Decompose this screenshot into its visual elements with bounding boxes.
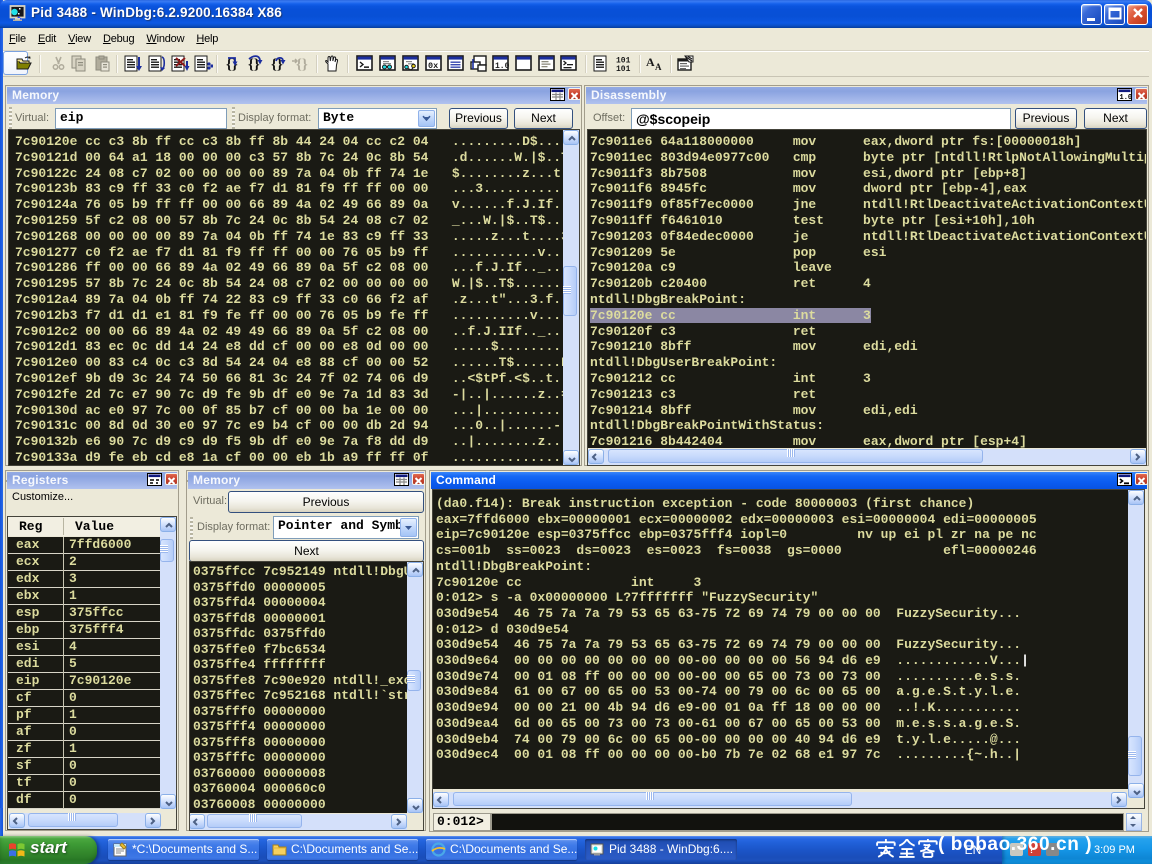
- svg-text:101: 101: [616, 65, 631, 72]
- svg-text:{}: {}: [226, 57, 238, 72]
- svg-text:{}: {}: [296, 57, 308, 72]
- svg-text:A: A: [646, 55, 655, 69]
- svg-text:1.0: 1.0: [495, 62, 509, 71]
- svg-text:0x: 0x: [428, 61, 438, 71]
- svg-text:A: A: [655, 62, 662, 72]
- svg-text:1.0: 1.0: [1120, 94, 1133, 101]
